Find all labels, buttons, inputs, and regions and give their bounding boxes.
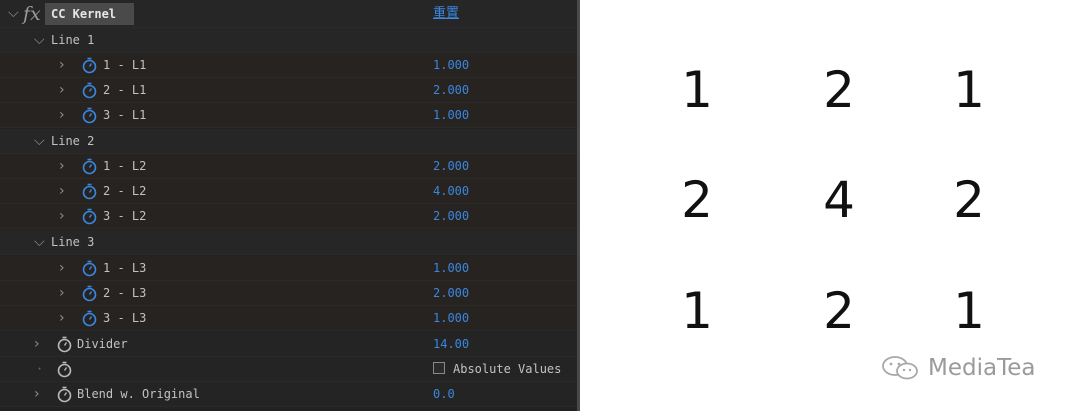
group-line-2[interactable]: ⌵ Line 2 bbox=[0, 129, 577, 154]
stopwatch-icon[interactable] bbox=[81, 158, 98, 175]
stopwatch-icon[interactable] bbox=[81, 208, 98, 225]
chevron-right-icon[interactable]: › bbox=[59, 179, 65, 204]
param-value[interactable]: 2.000 bbox=[433, 154, 469, 179]
param-value[interactable]: 1.000 bbox=[433, 103, 469, 128]
stopwatch-icon[interactable] bbox=[56, 386, 73, 403]
checkbox-label: Absolute Values bbox=[453, 362, 562, 376]
group-line-3[interactable]: ⌵ Line 3 bbox=[0, 230, 577, 255]
chevron-right-icon[interactable]: › bbox=[59, 103, 65, 128]
param-value[interactable]: 2.000 bbox=[433, 78, 469, 103]
chevron-right-icon[interactable]: › bbox=[59, 154, 65, 179]
effect-name: CC Kernel bbox=[51, 7, 117, 21]
stopwatch-icon[interactable] bbox=[56, 361, 73, 378]
stopwatch-icon[interactable] bbox=[81, 57, 98, 74]
kernel-cell: 2 bbox=[823, 282, 855, 340]
param-label: Divider bbox=[77, 337, 128, 351]
param-row[interactable]: › 2 - L2 4.000 bbox=[0, 179, 577, 204]
chevron-down-icon[interactable]: ⌵ bbox=[34, 28, 45, 53]
param-row[interactable]: › 3 - L2 2.000 bbox=[0, 204, 577, 229]
chevron-right-icon[interactable]: › bbox=[59, 256, 65, 281]
param-value[interactable]: 2.000 bbox=[433, 281, 469, 306]
param-row-blend[interactable]: › Blend w. Original 0.0 bbox=[0, 382, 577, 407]
kernel-cell: 1 bbox=[681, 282, 713, 340]
dot-icon: · bbox=[36, 362, 44, 376]
chevron-right-icon[interactable]: › bbox=[59, 78, 65, 103]
param-row[interactable]: › 1 - L2 2.000 bbox=[0, 154, 577, 179]
chevron-right-icon[interactable]: › bbox=[59, 204, 65, 229]
chevron-right-icon[interactable]: › bbox=[59, 306, 65, 331]
param-label: 3 - L1 bbox=[103, 108, 147, 122]
chevron-down-icon[interactable]: ⌵ bbox=[34, 129, 45, 154]
stopwatch-icon[interactable] bbox=[81, 82, 98, 99]
param-row[interactable]: › 2 - L1 2.000 bbox=[0, 78, 577, 103]
param-value[interactable]: 1.000 bbox=[433, 53, 469, 78]
stopwatch-icon[interactable] bbox=[81, 260, 98, 277]
param-row[interactable]: › 2 - L3 2.000 bbox=[0, 281, 577, 306]
group-line-1[interactable]: ⌵ Line 1 bbox=[0, 28, 577, 53]
param-value[interactable]: 1.000 bbox=[433, 256, 469, 281]
param-label: 1 - L1 bbox=[103, 58, 147, 72]
reset-link[interactable]: 重置 bbox=[433, 3, 459, 25]
chevron-right-icon[interactable]: › bbox=[34, 332, 40, 357]
watermark-text: MediaTea bbox=[928, 355, 1036, 381]
param-row-divider[interactable]: › Divider 14.00 bbox=[0, 332, 577, 357]
chevron-down-icon[interactable]: ⌵ bbox=[8, 1, 19, 26]
chevron-right-icon[interactable]: › bbox=[34, 382, 40, 407]
param-row[interactable]: › 3 - L3 1.000 bbox=[0, 306, 577, 331]
param-label: 3 - L3 bbox=[103, 311, 147, 325]
chevron-down-icon[interactable]: ⌵ bbox=[34, 230, 45, 255]
effect-controls-panel: ⌵ fx CC Kernel 重置 ⌵ Line 1 › 1 - L1 1.00… bbox=[0, 0, 579, 411]
param-value[interactable]: 0.0 bbox=[433, 382, 455, 407]
group-label: Line 2 bbox=[51, 134, 95, 148]
fx-icon[interactable]: fx bbox=[23, 2, 41, 26]
kernel-cell: 4 bbox=[823, 171, 855, 229]
kernel-matrix: 1 2 1 2 4 2 1 2 1 bbox=[580, 0, 1080, 411]
stopwatch-icon[interactable] bbox=[81, 107, 98, 124]
kernel-cell: 2 bbox=[823, 61, 855, 119]
param-label: 2 - L2 bbox=[103, 184, 147, 198]
param-value[interactable]: 4.000 bbox=[433, 179, 469, 204]
param-value[interactable]: 14.00 bbox=[433, 332, 469, 357]
stopwatch-icon[interactable] bbox=[81, 183, 98, 200]
wechat-icon bbox=[882, 356, 918, 380]
group-label: Line 1 bbox=[51, 33, 95, 47]
chevron-right-icon[interactable]: › bbox=[59, 281, 65, 306]
effect-header: ⌵ fx CC Kernel 重置 bbox=[0, 0, 577, 28]
param-row-absolute-values: · Absolute Values bbox=[0, 357, 577, 382]
param-label: 1 - L3 bbox=[103, 261, 147, 275]
kernel-cell: 2 bbox=[953, 171, 985, 229]
param-value[interactable]: 2.000 bbox=[433, 204, 469, 229]
group-label: Line 3 bbox=[51, 235, 95, 249]
param-row[interactable]: › 1 - L3 1.000 bbox=[0, 256, 577, 281]
watermark: MediaTea bbox=[880, 352, 1050, 384]
kernel-cell: 1 bbox=[953, 282, 985, 340]
param-label: 3 - L2 bbox=[103, 209, 147, 223]
param-value[interactable]: 1.000 bbox=[433, 306, 469, 331]
param-row[interactable]: › 1 - L1 1.000 bbox=[0, 53, 577, 78]
param-label: Blend w. Original bbox=[77, 387, 200, 401]
param-label: 2 - L3 bbox=[103, 286, 147, 300]
kernel-cell: 1 bbox=[953, 61, 985, 119]
absolute-values-checkbox[interactable] bbox=[433, 362, 445, 374]
stopwatch-icon[interactable] bbox=[81, 285, 98, 302]
kernel-cell: 2 bbox=[681, 171, 713, 229]
param-label: 2 - L1 bbox=[103, 83, 147, 97]
kernel-cell: 1 bbox=[681, 61, 713, 119]
stopwatch-icon[interactable] bbox=[81, 310, 98, 327]
stopwatch-icon[interactable] bbox=[56, 336, 73, 353]
param-label: 1 - L2 bbox=[103, 159, 147, 173]
param-row[interactable]: › 3 - L1 1.000 bbox=[0, 103, 577, 128]
chevron-right-icon[interactable]: › bbox=[59, 53, 65, 78]
